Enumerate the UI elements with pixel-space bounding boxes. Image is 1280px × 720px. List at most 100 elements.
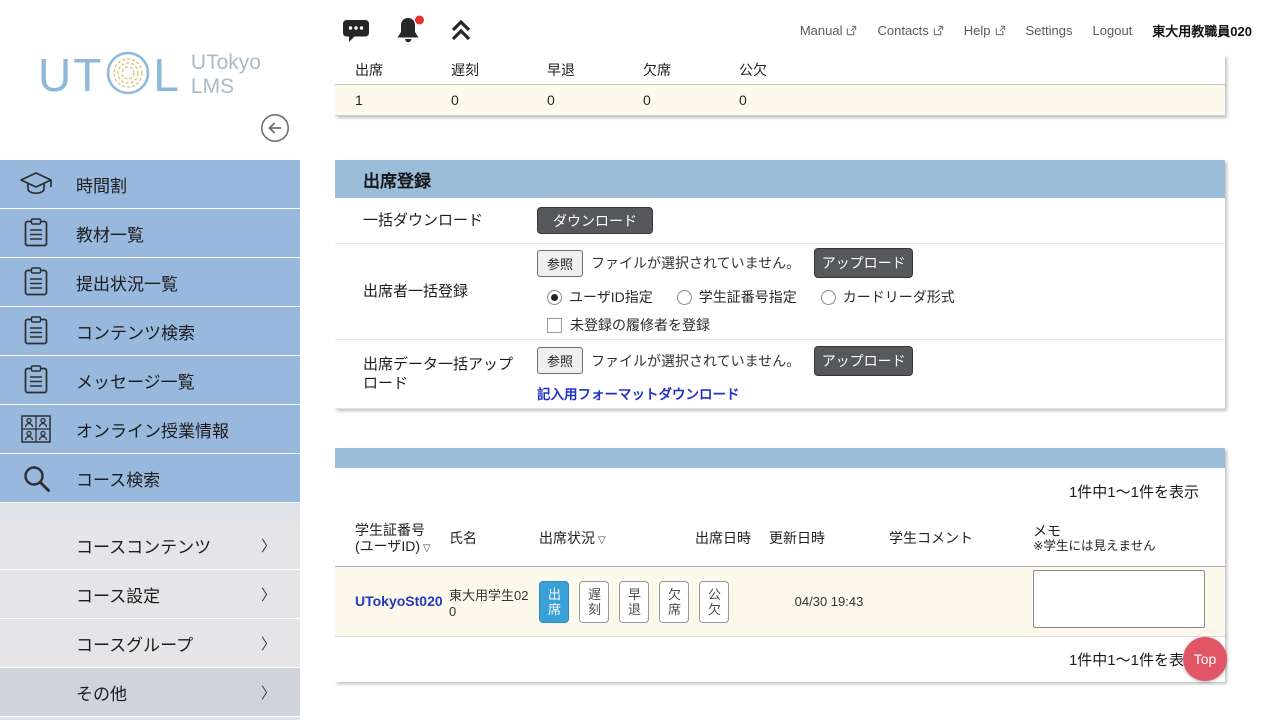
logout-link-label: Logout <box>1093 23 1133 38</box>
status-button-excused[interactable]: 公欠 <box>699 581 729 623</box>
sidebar-item-course-search[interactable]: コース検索 <box>0 454 300 503</box>
status-button-present[interactable]: 出席 <box>539 581 569 623</box>
logout-link[interactable]: Logout <box>1093 23 1133 38</box>
sidebar-item-label: 提出状況一覧 <box>76 270 178 295</box>
bulk-register-content: 参照 ファイルが選択されていません。 アップロード ユーザID指定 学生証番号指… <box>537 244 1225 339</box>
header-student-id-line1: 学生証番号 <box>355 522 449 539</box>
status-button-late[interactable]: 遅刻 <box>579 581 609 623</box>
summary-header-excused: 公欠 <box>719 60 815 80</box>
browse-button[interactable]: 参照 <box>537 347 583 374</box>
sidebar-item-online-class[interactable]: オンライン授業情報 <box>0 405 300 454</box>
upload-button[interactable]: アップロード <box>814 248 913 278</box>
sidebar-item-course-settings[interactable]: コース設定 〉 <box>0 570 300 619</box>
clipboard-icon <box>18 218 54 248</box>
logo-text-ut: UT <box>38 48 103 102</box>
summary-header-early-leave: 早退 <box>527 60 623 80</box>
help-link[interactable]: Help <box>964 23 1006 38</box>
summary-header-row: 出席 遅刻 早退 欠席 公欠 <box>335 55 1225 85</box>
sidebar-item-timetable[interactable]: 時間割 <box>0 160 300 209</box>
bulk-download-content: ダウンロード <box>537 198 1225 243</box>
header-status[interactable]: 出席状況▽ <box>539 530 695 547</box>
contacts-link[interactable]: Contacts <box>877 23 943 38</box>
logo-sun-icon <box>105 50 151 101</box>
collapse-up-icon[interactable] <box>448 17 474 43</box>
bulk-download-row: 一括ダウンロード ダウンロード <box>335 198 1225 244</box>
download-button[interactable]: ダウンロード <box>537 207 653 234</box>
data-upload-content: 参照 ファイルが選択されていません。 アップロード 記入用フォーマットダウンロー… <box>537 340 1225 408</box>
sidebar-item-others[interactable]: その他 〉 <box>0 668 300 717</box>
settings-link[interactable]: Settings <box>1026 23 1073 38</box>
manual-link[interactable]: Manual <box>800 23 858 38</box>
checkbox-label: 未登録の履修者を登録 <box>570 315 710 335</box>
attendance-registration-section: 出席登録 一括ダウンロード ダウンロード 出席者一括登録 参照 ファイルが選択さ… <box>335 160 1225 409</box>
radio-user-id[interactable]: ユーザID指定 <box>547 287 653 307</box>
radio-label: ユーザID指定 <box>569 287 653 307</box>
radio-student-card-number[interactable]: 学生証番号指定 <box>677 287 797 307</box>
logo-subtitle-line2: LMS <box>191 75 261 99</box>
summary-value-early-leave: 0 <box>527 92 623 108</box>
search-icon <box>18 463 54 493</box>
summary-header-present: 出席 <box>335 60 431 80</box>
sidebar-item-label: メッセージ一覧 <box>76 368 195 393</box>
format-download-link[interactable]: 記入用フォーマットダウンロード <box>537 383 1209 403</box>
no-file-selected-text: ファイルが選択されていません。 <box>591 351 800 371</box>
update-time-cell: 04/30 19:43 <box>769 594 889 609</box>
status-button-absent[interactable]: 欠席 <box>659 581 689 623</box>
sidebar-item-submissions[interactable]: 提出状況一覧 <box>0 258 300 307</box>
header-attend-time: 出席日時 <box>695 530 769 547</box>
sidebar-item-course-contents[interactable]: コースコンテンツ 〉 <box>0 521 300 570</box>
browse-button[interactable]: 参照 <box>537 250 583 277</box>
summary-value-present: 1 <box>335 92 431 108</box>
bulk-register-row: 出席者一括登録 参照 ファイルが選択されていません。 アップロード ユーザID指… <box>335 244 1225 340</box>
logged-in-user[interactable]: 東大用教職員020 <box>1152 21 1252 40</box>
header-update-time: 更新日時 <box>769 530 889 547</box>
clipboard-icon <box>18 267 54 297</box>
summary-header-late: 遅刻 <box>431 60 527 80</box>
logo-subtitle-line1: UTokyo <box>191 51 261 75</box>
status-button-group: 出席 遅刻 早退 欠席 公欠 <box>539 581 695 623</box>
data-upload-row: 出席データ一括アップロード 参照 ファイルが選択されていません。 アップロード … <box>335 340 1225 409</box>
radio-card-reader[interactable]: カードリーダ形式 <box>821 287 955 307</box>
topbar: Manual Contacts Help Settings Logout 東大用… <box>300 0 1280 60</box>
no-file-selected-text: ファイルが選択されていません。 <box>591 253 800 273</box>
attendance-summary-table: 出席 遅刻 早退 欠席 公欠 1 0 0 0 0 <box>335 55 1225 116</box>
utol-logo: UT L UTokyo LMS <box>38 48 261 102</box>
sort-icon[interactable]: ▽ <box>423 543 431 554</box>
chevron-right-icon: 〉 <box>261 584 276 605</box>
status-button-early-leave[interactable]: 早退 <box>619 581 649 623</box>
student-id-link[interactable]: UTokyoSt020 <box>355 593 443 609</box>
register-unenrolled-checkbox[interactable]: 未登録の履修者を登録 <box>537 315 1209 335</box>
summary-value-absent: 0 <box>623 92 719 108</box>
sidebar-item-label: コースコンテンツ <box>76 533 211 558</box>
sort-icon[interactable]: ▽ <box>598 535 606 546</box>
header-student-id[interactable]: 学生証番号 (ユーザID)▽ <box>335 522 449 556</box>
header-name: 氏名 <box>449 530 539 547</box>
sidebar-item-content-search[interactable]: コンテンツ検索 <box>0 307 300 356</box>
sidebar-item-messages[interactable]: メッセージ一覧 <box>0 356 300 405</box>
sidebar-item-course-group[interactable]: コースグループ 〉 <box>0 619 300 668</box>
id-type-radio-group: ユーザID指定 学生証番号指定 カードリーダ形式 <box>537 287 1209 307</box>
summary-value-excused: 0 <box>719 92 815 108</box>
mortarboard-icon <box>18 171 54 197</box>
chat-icon[interactable] <box>342 18 370 43</box>
logo-text-l: L <box>153 48 181 102</box>
section-title: 出席登録 <box>335 160 1225 198</box>
attendance-status-cell: 出席 遅刻 早退 欠席 公欠 <box>539 581 695 623</box>
upload-button[interactable]: アップロード <box>814 346 913 376</box>
header-memo: メモ ※学生には見えません <box>1033 523 1225 555</box>
sidebar-item-label: オンライン授業情報 <box>76 417 229 442</box>
external-link-icon <box>933 25 944 36</box>
memo-textarea[interactable] <box>1033 570 1205 628</box>
people-grid-icon <box>18 415 54 443</box>
student-name-cell: 東大用学生020 <box>449 585 539 619</box>
notification-bell-icon[interactable] <box>392 14 426 46</box>
collapse-sidebar-button[interactable] <box>260 113 290 143</box>
logo-area: UT L UTokyo LMS <box>0 0 300 160</box>
external-link-icon <box>995 25 1006 36</box>
header-student-comment: 学生コメント <box>889 530 1033 547</box>
bulk-download-label: 一括ダウンロード <box>335 198 537 243</box>
scroll-to-top-button[interactable]: Top <box>1183 637 1227 681</box>
manual-link-label: Manual <box>800 23 843 38</box>
student-attendance-list-section: 1件中1〜1件を表示 学生証番号 (ユーザID)▽ 氏名 出席状況▽ 出席日時 … <box>335 448 1225 682</box>
sidebar-item-materials[interactable]: 教材一覧 <box>0 209 300 258</box>
